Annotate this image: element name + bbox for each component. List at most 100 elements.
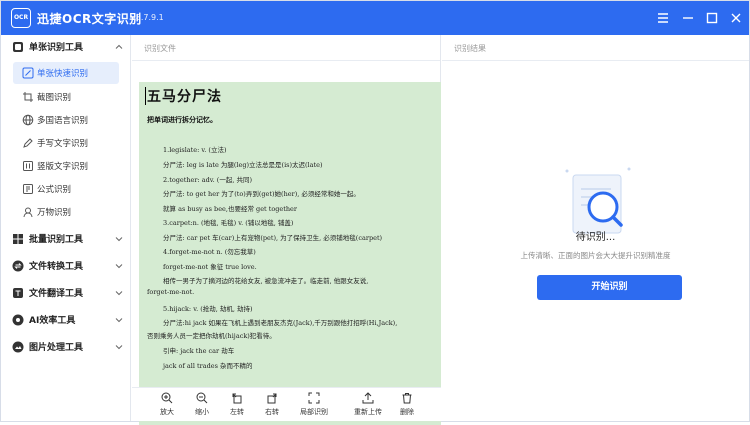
close-icon[interactable] (728, 10, 744, 26)
zoom-in-button[interactable]: 放大 (149, 392, 185, 420)
sidebar-item-label: 竖版文字识别 (37, 162, 89, 172)
sidebar-item-label: 手写文字识别 (37, 139, 89, 149)
group-image[interactable]: 图片处理工具 (1, 335, 131, 359)
document-line: 分尸法: car pet 车(car)上有宠物(pet), 为了保持卫生, 必须… (163, 234, 383, 242)
quick-scan-icon (22, 67, 34, 79)
zoom-out-icon (196, 392, 208, 404)
region-select-button[interactable]: 局部识别 (296, 392, 332, 420)
sidebar-item-label: 多国语言识别 (37, 116, 89, 126)
result-panel: 识别结果 待识别... 上传清晰、正面的图片会大大提升识别精准度 开始识别 (442, 35, 749, 421)
group-convert[interactable]: 文件转换工具 (1, 254, 131, 278)
sidebar-item-handwriting[interactable]: 手写文字识别 (13, 132, 119, 154)
reupload-button[interactable]: 重新上传 (350, 392, 386, 420)
rotate-right-button[interactable]: 右转 (254, 392, 290, 420)
tool-label: 缩小 (195, 408, 209, 416)
document-line: 5.hijack: v. (抢劫, 劫机, 劫持) (163, 305, 253, 313)
upload-hint: 上传清晰、正面的图片会大大提升识别精准度 (520, 251, 671, 260)
image-toolbar: 放大 缩小 左转 右转 局部识别 重新上传 删除 (132, 387, 441, 421)
chevron-down-icon (115, 237, 123, 242)
app-window: OCR 迅捷OCR文字识别 v8.7.9.1 单张识别工具 单张快速识别 截图识… (0, 0, 750, 425)
screenshot-icon (23, 92, 33, 102)
zoom-out-button[interactable]: 缩小 (184, 392, 220, 420)
region-select-icon (308, 392, 320, 404)
image-icon (12, 341, 24, 353)
sidebar-item-object[interactable]: 万物识别 (13, 201, 119, 223)
group-ai[interactable]: AI效率工具 (1, 308, 131, 332)
group-label: AI效率工具 (29, 316, 76, 326)
batch-icon (13, 234, 23, 244)
document-line: 相传一男子为了摘河边的花给女友, 被急流冲走了。临走前, 他跟女友说, (163, 277, 369, 285)
rotate-right-icon (267, 393, 277, 404)
file-panel: 识别文件 五马分尸法 把单词进行拆分记忆。 1.legislate: v. (立… (132, 35, 441, 425)
object-icon (23, 207, 33, 218)
group-label: 文件翻译工具 (29, 289, 84, 299)
vertical-text-icon (23, 161, 33, 171)
document-line: 4.forget-me-not n. (勿忘我草) (163, 248, 256, 256)
group-label: 文件转换工具 (29, 262, 84, 272)
sidebar-item-label: 公式识别 (37, 185, 72, 195)
globe-icon (22, 114, 34, 126)
document-line: forget-me-not. (147, 288, 195, 296)
recognition-status: 待识别... (575, 232, 616, 243)
result-panel-title: 识别结果 (454, 44, 486, 53)
document-line: 分尸法: to get her 为了(to)弄到(get)她(her), 必须经… (163, 190, 360, 198)
maximize-icon[interactable] (704, 10, 720, 26)
formula-icon (23, 184, 33, 194)
document-line: 3.carpet:n. (地毯, 毛毯) v. (铺以地毯, 铺盖) (163, 219, 294, 227)
file-panel-header: 识别文件 (132, 35, 440, 61)
sidebar-item-vertical-text[interactable]: 竖版文字识别 (13, 155, 119, 177)
document-line: 2.together: adv. (一起, 共同) (163, 176, 253, 184)
sidebar-item-screenshot[interactable]: 截图识别 (13, 86, 119, 108)
app-logo: OCR (11, 8, 31, 28)
chevron-down-icon (115, 318, 123, 323)
app-title: 迅捷OCR文字识别 (37, 12, 142, 26)
chevron-down-icon (115, 291, 123, 296)
tool-label: 右转 (265, 408, 279, 416)
document-line: 引申: jack the car 劫车 (163, 347, 235, 355)
document-subtitle: 把单词进行拆分记忆。 (147, 115, 217, 124)
ai-icon (12, 314, 24, 326)
tool-label: 左转 (230, 408, 244, 416)
document-line: 就算 as busy as bee,也要经常 get together (163, 205, 297, 213)
rotate-left-icon (232, 393, 242, 404)
sidebar: 单张识别工具 单张快速识别 截图识别 多国语言识别 手写文字识别 竖版文字识别 … (1, 35, 131, 421)
translate-icon (13, 288, 23, 298)
tool-label: 重新上传 (354, 408, 382, 416)
minimize-icon[interactable] (680, 10, 696, 26)
rotate-left-button[interactable]: 左转 (219, 392, 255, 420)
tool-label: 局部识别 (300, 408, 328, 416)
tool-label: 放大 (160, 408, 174, 416)
convert-icon (12, 260, 24, 272)
tool-label: 删除 (400, 408, 414, 416)
delete-button[interactable]: 删除 (389, 392, 425, 420)
sidebar-item-formula[interactable]: 公式识别 (13, 178, 119, 200)
group-label: 单张识别工具 (29, 43, 84, 53)
title-bar: OCR 迅捷OCR文字识别 v8.7.9.1 (1, 1, 749, 35)
upload-icon (362, 392, 374, 404)
document-line: 分尸法: leg is late 为腿(leg)立法总是是(is)太迟(late… (163, 161, 323, 169)
group-translate[interactable]: 文件翻译工具 (1, 281, 131, 305)
trash-icon (402, 393, 412, 404)
sidebar-item-label: 截图识别 (37, 93, 72, 103)
document-line: 分尸法:hi jack 如果在飞机上遇到老朋友杰克(Jack),千万别跟他打招呼… (163, 319, 398, 327)
chevron-up-icon (115, 44, 123, 49)
sidebar-item-quick-scan[interactable]: 单张快速识别 (13, 62, 119, 84)
group-label: 图片处理工具 (29, 343, 84, 353)
group-single-recognition[interactable]: 单张识别工具 (1, 35, 131, 59)
zoom-in-icon (161, 392, 173, 404)
start-recognition-button[interactable]: 开始识别 (537, 275, 682, 300)
document-preview[interactable]: 五马分尸法 把单词进行拆分记忆。 1.legislate: v. (立法) 分尸… (139, 82, 441, 425)
single-recognition-icon (13, 42, 23, 52)
group-label: 批量识别工具 (29, 235, 84, 245)
sidebar-item-label: 万物识别 (37, 208, 72, 218)
group-batch[interactable]: 批量识别工具 (1, 227, 131, 251)
file-panel-title: 识别文件 (144, 44, 176, 53)
menu-icon[interactable] (655, 10, 671, 26)
result-panel-header: 识别结果 (442, 35, 749, 61)
pen-icon (23, 138, 33, 148)
chevron-down-icon (115, 345, 123, 350)
sidebar-item-multilang[interactable]: 多国语言识别 (13, 109, 119, 131)
document-line: 否则乘务人员一定把你劫机(hijack)犯看待。 (147, 332, 276, 340)
sidebar-item-label: 单张快速识别 (37, 69, 89, 79)
document-line: 1.legislate: v. (立法) (163, 146, 227, 154)
